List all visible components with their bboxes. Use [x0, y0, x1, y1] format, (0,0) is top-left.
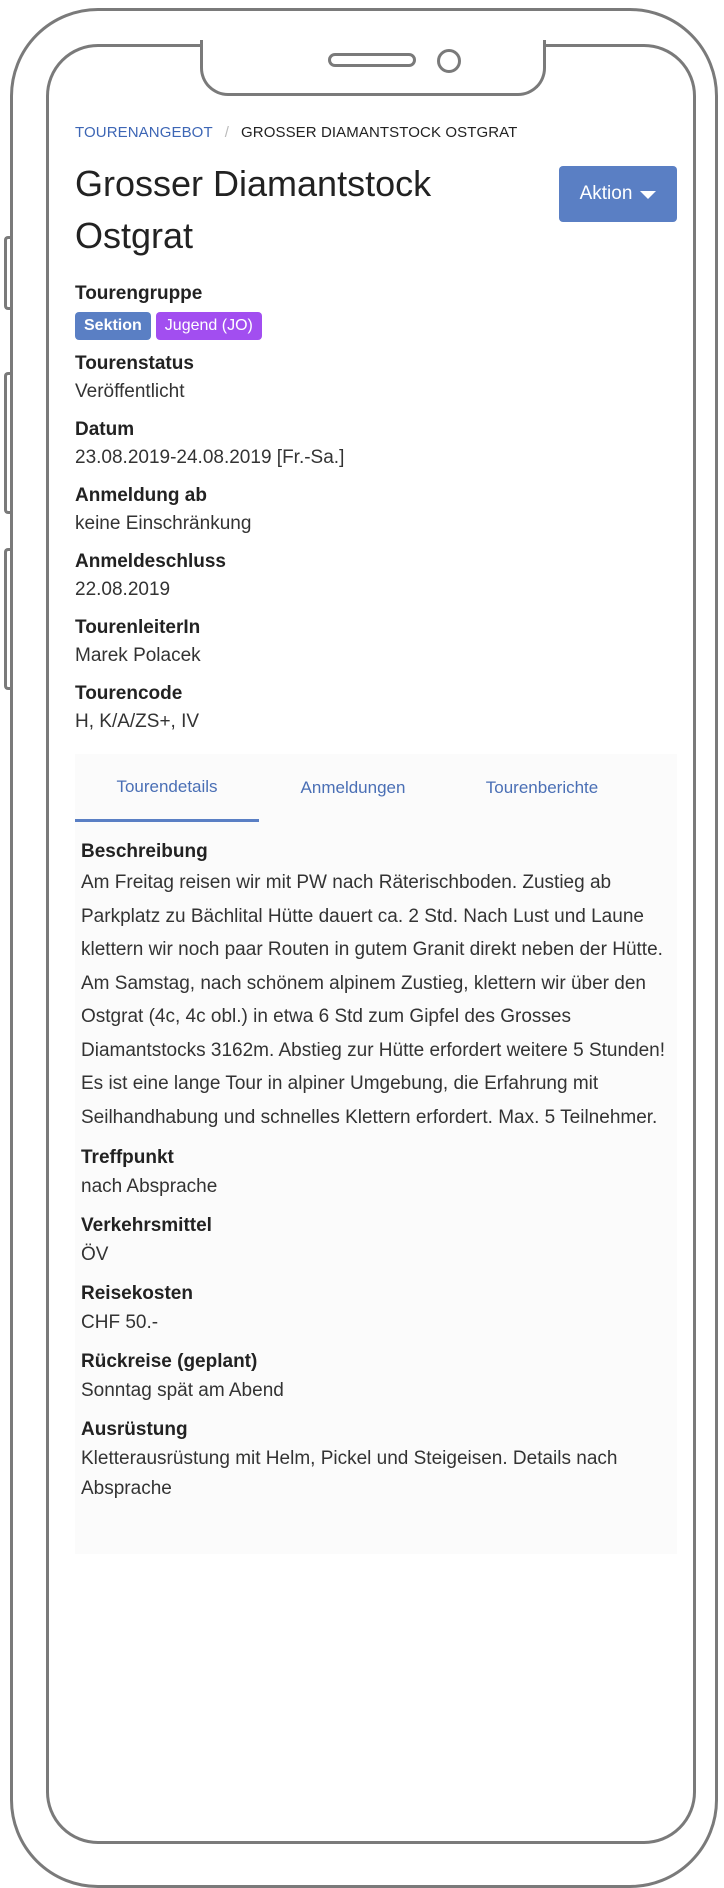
speaker-icon — [328, 53, 416, 67]
badge-sektion: Sektion — [75, 312, 151, 340]
title-row: Grosser Diamantstock Ostgrat Aktion — [75, 158, 677, 262]
breadcrumb-current: GROSSER DIAMANTSTOCK OSTGRAT — [241, 123, 518, 141]
page-title: Grosser Diamantstock Ostgrat — [75, 163, 432, 256]
action-button-label: Aktion — [579, 183, 633, 204]
field-value: 23.08.2019-24.08.2019 [Fr.-Sa.] — [75, 447, 345, 468]
detail-ausruestung: Ausrüstung Kletterausrüstung mit Helm, P… — [81, 1416, 671, 1504]
breadcrumb-link-tourenangebot[interactable]: TOURENANGEBOT — [75, 124, 213, 141]
camera-icon — [437, 49, 461, 73]
tab-anmeldungen[interactable]: Anmeldungen — [259, 754, 447, 822]
detail-label: Reisekosten — [81, 1283, 193, 1304]
field-tourenstatus: Tourenstatus Veröffentlicht — [75, 350, 677, 406]
field-label: Anmeldeschluss — [75, 551, 226, 572]
field-value: keine Einschränkung — [75, 513, 252, 534]
field-value: Marek Polacek — [75, 645, 201, 666]
field-anmeldung-ab: Anmeldung ab keine Einschränkung — [75, 482, 677, 538]
field-value: H, K/A/ZS+, IV — [75, 711, 200, 732]
phone-notch — [200, 40, 546, 96]
detail-value: Am Freitag reisen wir mit PW nach Räteri… — [81, 872, 666, 1128]
caret-down-icon — [640, 191, 657, 199]
detail-reisekosten: Reisekosten CHF 50.- — [81, 1280, 671, 1338]
detail-treffpunkt: Treffpunkt nach Absprache — [81, 1144, 671, 1202]
breadcrumb: TOURENANGEBOT / GROSSER DIAMANTSTOCK OST… — [75, 120, 677, 144]
group-badges: Sektion Jugend (JO) — [75, 312, 677, 340]
detail-label: Ausrüstung — [81, 1419, 188, 1440]
detail-rueckreise: Rückreise (geplant) Sonntag spät am Aben… — [81, 1348, 671, 1406]
detail-label: Verkehrsmittel — [81, 1215, 212, 1236]
detail-label: Rückreise (geplant) — [81, 1351, 258, 1372]
field-value: 22.08.2019 — [75, 579, 171, 600]
tab-bar: Tourendetails Anmeldungen Tourenberichte — [75, 754, 677, 822]
tab-panel-tourendetails: Beschreibung Am Freitag reisen wir mit P… — [75, 822, 677, 1554]
detail-value: CHF 50.- — [81, 1312, 159, 1333]
breadcrumb-separator: / — [224, 123, 229, 141]
badge-jugend: Jugend (JO) — [155, 312, 262, 340]
detail-beschreibung: Beschreibung Am Freitag reisen wir mit P… — [81, 838, 671, 1134]
detail-value: ÖV — [81, 1244, 109, 1265]
field-tourencode: Tourencode H, K/A/ZS+, IV — [75, 680, 677, 736]
field-tourenleiterin: TourenleiterIn Marek Polacek — [75, 614, 677, 670]
field-label: Tourengruppe — [75, 283, 203, 304]
detail-value: Kletterausrüstung mit Helm, Pickel und S… — [81, 1448, 618, 1499]
detail-value: nach Absprache — [81, 1176, 218, 1197]
field-value: Veröffentlicht — [75, 381, 185, 402]
detail-value: Sonntag spät am Abend — [81, 1380, 284, 1401]
tab-tourenberichte[interactable]: Tourenberichte — [447, 754, 637, 822]
field-label: Tourenstatus — [75, 353, 194, 374]
detail-verkehrsmittel: Verkehrsmittel ÖV — [81, 1212, 671, 1270]
field-label: Tourencode — [75, 683, 183, 704]
field-anmeldeschluss: Anmeldeschluss 22.08.2019 — [75, 548, 677, 604]
field-tourengruppe: Tourengruppe Sektion Jugend (JO) — [75, 280, 677, 340]
field-label: Anmeldung ab — [75, 485, 207, 506]
detail-label: Beschreibung — [81, 841, 208, 862]
tab-tourendetails[interactable]: Tourendetails — [75, 754, 259, 822]
detail-label: Treffpunkt — [81, 1147, 174, 1168]
field-label: TourenleiterIn — [75, 617, 201, 638]
screen-content: TOURENANGEBOT / GROSSER DIAMANTSTOCK OST… — [75, 120, 677, 1554]
field-datum: Datum 23.08.2019-24.08.2019 [Fr.-Sa.] — [75, 416, 677, 472]
action-dropdown-button[interactable]: Aktion — [559, 166, 677, 222]
field-label: Datum — [75, 419, 135, 440]
